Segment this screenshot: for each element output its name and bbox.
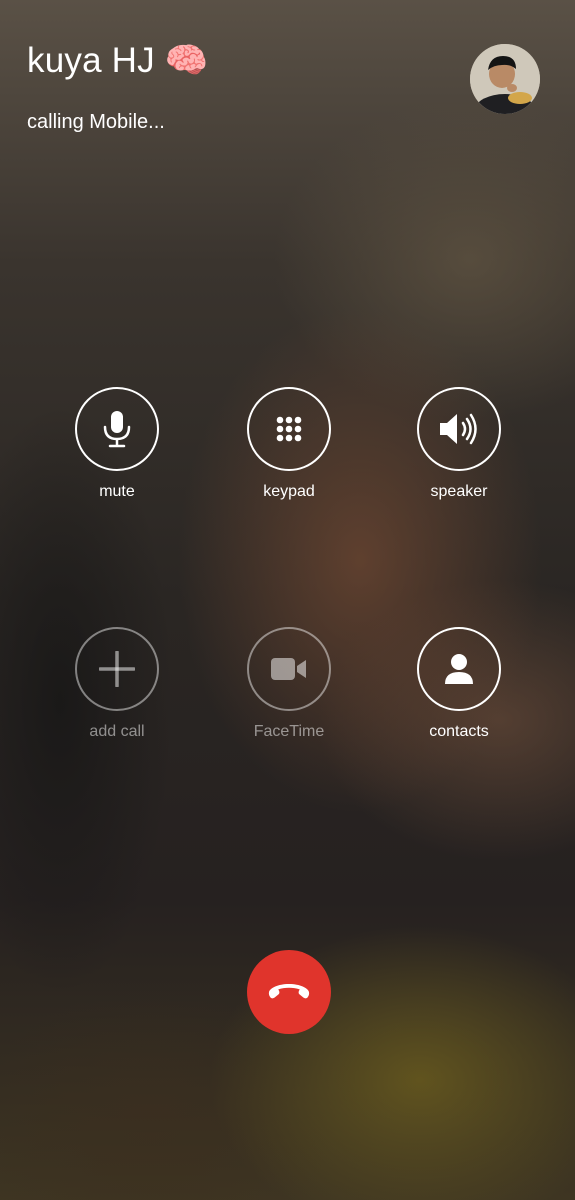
speaker-label: speaker bbox=[430, 483, 488, 500]
keypad-icon bbox=[276, 416, 302, 442]
contact-name: kuya HJ 🧠 bbox=[27, 41, 209, 80]
contacts-button[interactable]: contacts bbox=[379, 627, 539, 741]
keypad-button[interactable]: keypad bbox=[209, 387, 369, 501]
microphone-icon bbox=[103, 411, 131, 448]
plus-icon bbox=[99, 651, 135, 687]
call-header: kuya HJ 🧠 calling Mobile... bbox=[0, 0, 575, 160]
person-icon bbox=[445, 654, 473, 684]
end-call-button[interactable] bbox=[247, 950, 331, 1034]
speaker-button[interactable]: speaker bbox=[379, 387, 539, 501]
facetime-label: FaceTime bbox=[253, 723, 325, 740]
video-camera-icon bbox=[271, 658, 306, 680]
avatar-photo bbox=[470, 44, 540, 114]
facetime-circle[interactable] bbox=[247, 627, 331, 711]
contacts-circle[interactable] bbox=[417, 627, 501, 711]
add-call-button[interactable]: add call bbox=[37, 627, 197, 741]
speaker-icon bbox=[440, 413, 477, 445]
keypad-label: keypad bbox=[263, 483, 315, 500]
contact-avatar[interactable] bbox=[470, 44, 540, 114]
facetime-button[interactable]: FaceTime bbox=[209, 627, 369, 741]
mute-button[interactable]: mute bbox=[37, 387, 197, 501]
phone-hangup-icon bbox=[268, 984, 310, 999]
call-status: calling Mobile... bbox=[27, 111, 165, 133]
add-call-label: add call bbox=[89, 723, 145, 740]
contacts-label: contacts bbox=[429, 723, 489, 740]
keypad-circle[interactable] bbox=[247, 387, 331, 471]
mute-circle[interactable] bbox=[75, 387, 159, 471]
mute-label: mute bbox=[99, 483, 135, 500]
speaker-circle[interactable] bbox=[417, 387, 501, 471]
add-call-circle[interactable] bbox=[75, 627, 159, 711]
